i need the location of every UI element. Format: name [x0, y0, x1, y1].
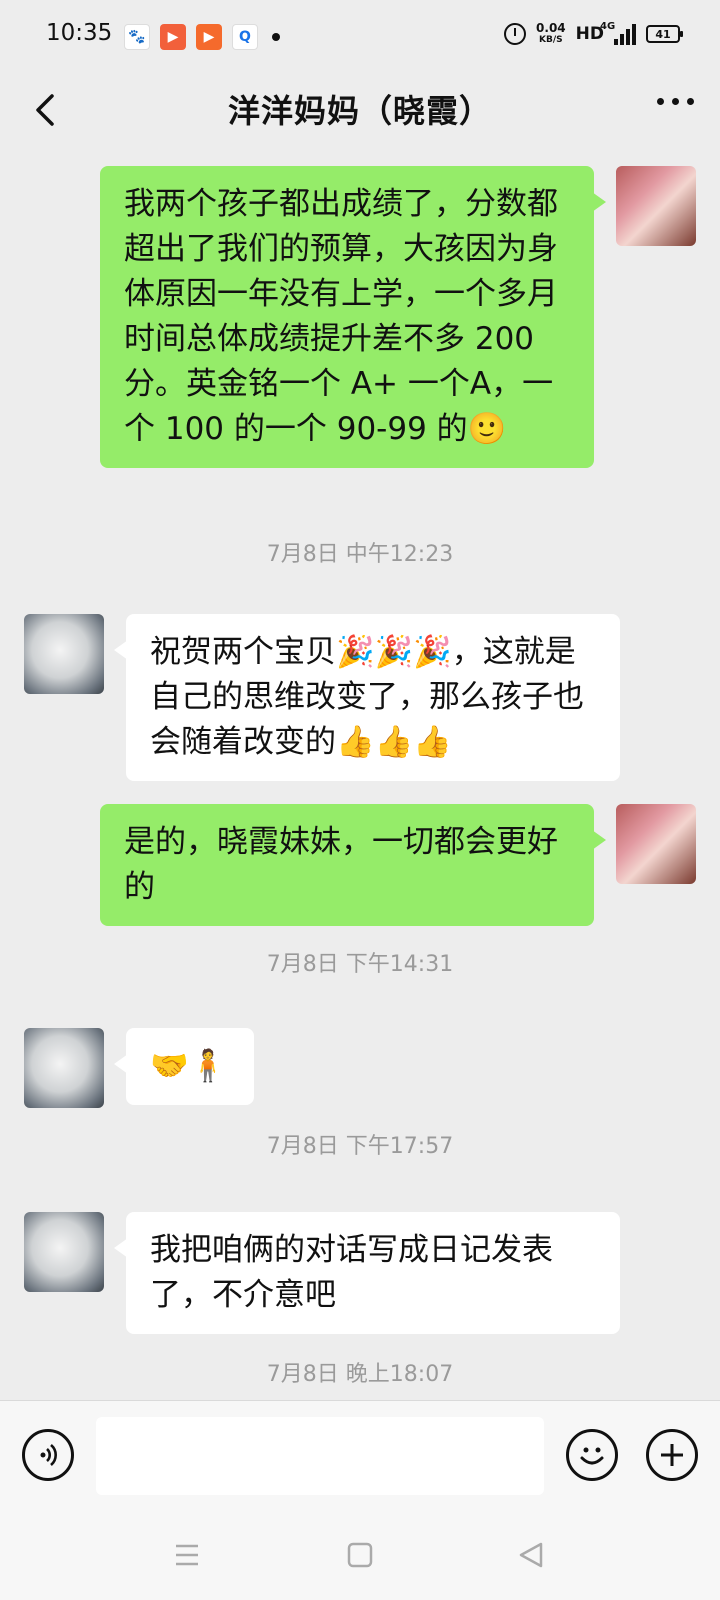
contact-avatar[interactable] [24, 1212, 104, 1292]
message-bubble-received[interactable]: 🤝🧍 [114, 1028, 254, 1105]
message-text: 🤝🧍 [150, 1048, 228, 1084]
chat-header: 洋洋妈妈（晓霞） [0, 70, 720, 150]
notification-icons: 🐾 ▶ ▶ Q [124, 24, 280, 50]
signal-icon: 4G [600, 21, 636, 45]
chat-title: 洋洋妈妈（晓霞） [227, 92, 492, 130]
message-bubble-received[interactable]: 祝贺两个宝贝🎉🎉🎉，这就是自己的思维改变了，那么孩子也会随着改变的👍👍👍 [114, 614, 620, 781]
system-navigation-bar [0, 1510, 720, 1600]
baidu-app-icon: 🐾 [124, 24, 150, 50]
status-bar: 10:35 🐾 ▶ ▶ Q 0.04 KB/S HD 4G 41 [0, 0, 720, 70]
message-list[interactable]: 我两个孩子都出成绩了，分数都超出了我们的预算，大孩因为身体原因一年没有上学，一个… [0, 150, 720, 1400]
browser-app-icon: Q [232, 24, 258, 50]
message-input[interactable] [96, 1417, 544, 1495]
smiley-face-icon [580, 1447, 604, 1465]
voice-wave-icon [40, 1444, 57, 1466]
network-type: 4G [600, 21, 616, 32]
network-speed: 0.04 KB/S [536, 22, 566, 46]
message-bubble-received[interactable]: 我把咱俩的对话写成日记发表了，不介意吧 [114, 1212, 620, 1334]
menu-icon[interactable] [172, 1540, 202, 1570]
message-text: 我把咱俩的对话写成日记发表了，不介意吧 [150, 1232, 553, 1313]
home-square-icon[interactable] [345, 1540, 375, 1570]
message-bubble-sent[interactable]: 我两个孩子都出成绩了，分数都超出了我们的预算，大孩因为身体原因一年没有上学，一个… [100, 166, 606, 468]
kuaishou-speed-app-icon: ▶ [196, 24, 222, 50]
status-indicators: 0.04 KB/S HD 4G 41 [504, 21, 683, 46]
status-time: 10:35 [46, 20, 113, 46]
message-timestamp: 7月8日 中午12:23 [266, 542, 454, 567]
more-notifications-dot-icon [272, 33, 280, 41]
my-avatar[interactable] [616, 804, 696, 884]
back-triangle-icon[interactable] [516, 1540, 546, 1570]
emoji-icon[interactable] [566, 1429, 618, 1481]
message-text: 我两个孩子都出成绩了，分数都超出了我们的预算，大孩因为身体原因一年没有上学，一个… [124, 186, 558, 447]
contact-avatar[interactable] [24, 614, 104, 694]
network-speed-unit: KB/S [539, 35, 563, 45]
network-speed-value: 0.04 [536, 21, 566, 35]
my-avatar[interactable] [616, 166, 696, 246]
battery-level: 41 [655, 27, 671, 41]
voice-icon[interactable] [22, 1429, 74, 1481]
more-dots-icon[interactable] [657, 98, 694, 105]
message-timestamp: 7月8日 晚上18:07 [266, 1362, 454, 1387]
message-timestamp: 7月8日 下午14:31 [266, 952, 454, 977]
plus-sign-icon [661, 1444, 683, 1466]
message-text: 祝贺两个宝贝🎉🎉🎉，这就是自己的思维改变了，那么孩子也会随着改变的👍👍👍 [150, 634, 584, 760]
battery-icon: 41 [646, 25, 683, 43]
contact-avatar[interactable] [24, 1028, 104, 1108]
alarm-icon [504, 23, 527, 45]
kuaishou-app-icon: ▶ [160, 24, 186, 50]
message-timestamp: 7月8日 下午17:57 [266, 1134, 454, 1159]
input-bar [0, 1400, 720, 1510]
message-bubble-sent[interactable]: 是的，晓霞妹妹，一切都会更好的 [100, 804, 606, 926]
message-text: 是的，晓霞妹妹，一切都会更好的 [124, 824, 558, 905]
plus-icon[interactable] [646, 1429, 698, 1481]
